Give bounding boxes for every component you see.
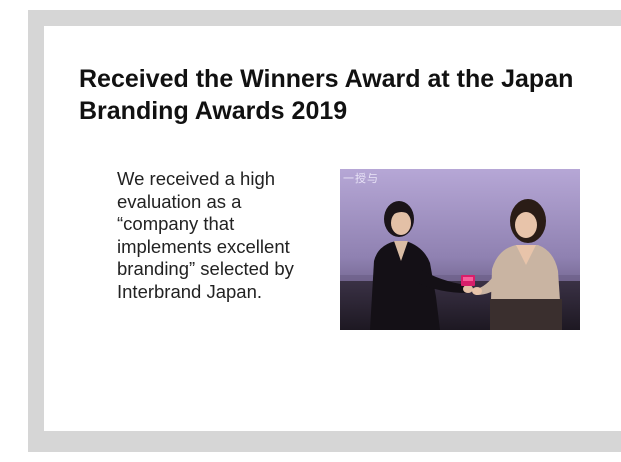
- award-ceremony-photo: 一授与: [340, 169, 580, 330]
- photo-caption: 一授与: [343, 172, 379, 185]
- article-body: We received a high evaluation as a “comp…: [117, 168, 294, 302]
- article-title: Received the Winners Award at the Japan …: [79, 65, 574, 125]
